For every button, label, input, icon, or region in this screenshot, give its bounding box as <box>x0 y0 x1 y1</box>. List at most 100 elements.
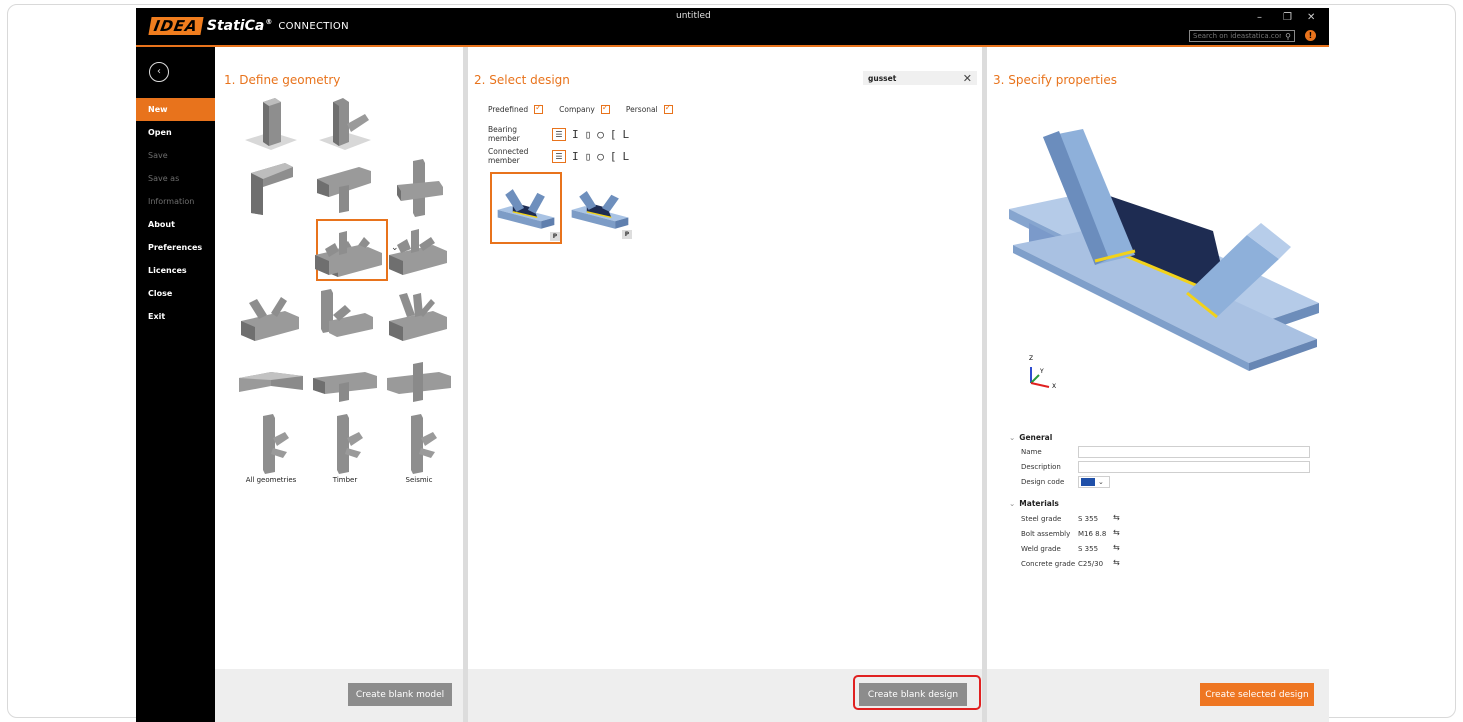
geometry-splice[interactable] <box>235 350 307 412</box>
design-panel: 2. Select design gusset ✕ Predefined Com… <box>468 47 982 722</box>
circular-hollow-icon[interactable]: ○ <box>597 150 604 163</box>
axis-x-label: X <box>1052 383 1057 390</box>
geometry-seismic[interactable] <box>383 412 455 474</box>
personal-checkbox[interactable] <box>663 103 673 114</box>
concrete-grade-value: C25/30 <box>1078 560 1104 568</box>
menu-item-open[interactable]: Open <box>136 121 215 144</box>
close-window-button[interactable]: ✕ <box>1307 12 1315 23</box>
design-title: 2. Select design <box>474 73 570 87</box>
geometry-title: 1. Define geometry <box>224 73 341 87</box>
menu-item-preferences[interactable]: Preferences <box>136 236 215 259</box>
geometry-all-geometries[interactable] <box>235 412 307 474</box>
minimize-button[interactable]: – <box>1257 12 1262 23</box>
angle-section-icon[interactable]: L <box>623 128 630 141</box>
properties-panel: 3. Specify properties Z Y X ⌄ General Na… <box>987 47 1329 722</box>
geometry-column-beam-brace[interactable] <box>309 285 381 347</box>
logo-product: CONNECTION <box>278 20 349 32</box>
rectangular-hollow-icon[interactable]: ▯ <box>585 128 592 141</box>
materials-section-header[interactable]: ⌄ Materials <box>1009 499 1059 508</box>
geometry-column-brace-base[interactable] <box>309 92 381 154</box>
highlight-create-blank-design <box>853 675 981 710</box>
connected-member-filter: Connected member ☰ I ▯ ○ [ L <box>488 147 629 165</box>
info-icon[interactable]: ! <box>1305 30 1316 41</box>
menu-item-licences[interactable]: Licences <box>136 259 215 282</box>
bolt-assembly-value: M16 8.8 <box>1078 530 1107 538</box>
geometry-footer: Create blank model <box>215 669 463 722</box>
geometry-beam-cross[interactable] <box>383 350 455 412</box>
geometry-k-joint[interactable] <box>235 285 307 347</box>
predefined-badge: P <box>550 232 560 241</box>
chevron-down-icon: ⌄ <box>1098 478 1104 486</box>
angle-section-icon[interactable]: L <box>623 150 630 163</box>
connected-member-label: Connected member <box>488 147 529 165</box>
geometry-timber[interactable] <box>309 412 381 474</box>
name-field[interactable] <box>1078 446 1310 458</box>
general-section-header[interactable]: ⌄ General <box>1009 433 1052 442</box>
circular-hollow-icon[interactable]: ○ <box>597 128 604 141</box>
web-search-input[interactable] <box>1193 32 1281 40</box>
menu-item-close[interactable]: Close <box>136 282 215 305</box>
filter-company-label: Company <box>559 105 595 114</box>
geometry-truss-multi[interactable] <box>383 219 455 281</box>
geometry-column-base-plate[interactable] <box>235 92 307 154</box>
menu-item-about[interactable]: About <box>136 213 215 236</box>
design-search-input[interactable]: gusset <box>868 74 896 83</box>
filter-predefined-label: Predefined <box>488 105 529 114</box>
menu-item-save-as: Save as <box>148 174 180 183</box>
app-window: IDEA StatiCa® CONNECTION untitled – ❐ ✕ … <box>136 8 1329 722</box>
geometry-corner-frame[interactable] <box>235 157 307 219</box>
connection-3d-preview[interactable] <box>999 127 1324 377</box>
company-checkbox[interactable] <box>600 103 610 114</box>
i-section-icon[interactable]: I <box>572 128 579 141</box>
select-all-shapes-icon[interactable]: ☰ <box>552 127 566 141</box>
geometry-cross-joint[interactable] <box>383 157 455 219</box>
select-all-shapes-icon[interactable]: ☰ <box>552 149 566 163</box>
predefined-checkbox[interactable] <box>534 103 544 114</box>
filter-personal-label: Personal <box>625 105 658 114</box>
weld-grade-value: S 355 <box>1078 545 1099 553</box>
name-label: Name <box>1021 448 1042 456</box>
maximize-button[interactable]: ❐ <box>1283 12 1292 23</box>
create-selected-design-button[interactable]: Create selected design <box>1200 683 1314 706</box>
label-all-geometries: All geometries <box>245 476 297 484</box>
search-icon[interactable]: ⚲ <box>1285 32 1291 41</box>
description-label: Description <box>1021 463 1061 471</box>
design-search-box[interactable]: gusset ✕ <box>863 71 977 85</box>
menu-item-information: Information <box>148 197 195 206</box>
swap-bolt-assembly-icon[interactable]: ⇆ <box>1113 528 1120 537</box>
menu-item-new[interactable]: New <box>136 98 215 121</box>
sidebar-menu: New Open Save Save as Information About … <box>136 98 215 328</box>
label-timber: Timber <box>332 476 358 484</box>
geometry-beam-tee[interactable] <box>309 350 381 412</box>
channel-section-icon[interactable]: [ <box>610 128 617 141</box>
geometry-truss-vertical[interactable] <box>309 219 381 281</box>
swap-weld-grade-icon[interactable]: ⇆ <box>1113 543 1120 552</box>
label-seismic: Seismic <box>405 476 433 484</box>
back-icon[interactable]: ‹ <box>149 62 169 82</box>
window-title: untitled <box>676 11 711 21</box>
bearing-member-filter: Bearing member ☰ I ▯ ○ [ L <box>488 125 629 143</box>
swap-concrete-grade-icon[interactable]: ⇆ <box>1113 558 1120 567</box>
design-code-label: Design code <box>1021 478 1065 486</box>
axis-z-label: Z <box>1029 355 1034 362</box>
logo-brand: StatiCa® <box>206 18 273 34</box>
geometry-tee-joint[interactable] <box>309 157 381 219</box>
description-field[interactable] <box>1078 461 1310 473</box>
steel-grade-label: Steel grade <box>1021 515 1062 523</box>
clear-search-icon[interactable]: ✕ <box>963 72 972 85</box>
design-template-gusset-2[interactable]: P <box>566 174 638 246</box>
steel-grade-value: S 355 <box>1078 515 1099 523</box>
axis-y-label: Y <box>1040 368 1044 375</box>
design-code-select[interactable]: ⌄ <box>1078 476 1110 488</box>
channel-section-icon[interactable]: [ <box>610 150 617 163</box>
swap-steel-grade-icon[interactable]: ⇆ <box>1113 513 1120 522</box>
geometry-y-joint[interactable] <box>383 285 455 347</box>
app-logo: IDEA StatiCa® CONNECTION <box>148 17 349 35</box>
create-blank-model-button[interactable]: Create blank model <box>348 683 452 706</box>
properties-title: 3. Specify properties <box>993 73 1117 87</box>
menu-item-exit[interactable]: Exit <box>136 305 215 328</box>
rectangular-hollow-icon[interactable]: ▯ <box>585 150 592 163</box>
design-template-gusset-1[interactable]: P <box>490 172 562 244</box>
eu-flag-icon <box>1081 478 1095 486</box>
i-section-icon[interactable]: I <box>572 150 579 163</box>
